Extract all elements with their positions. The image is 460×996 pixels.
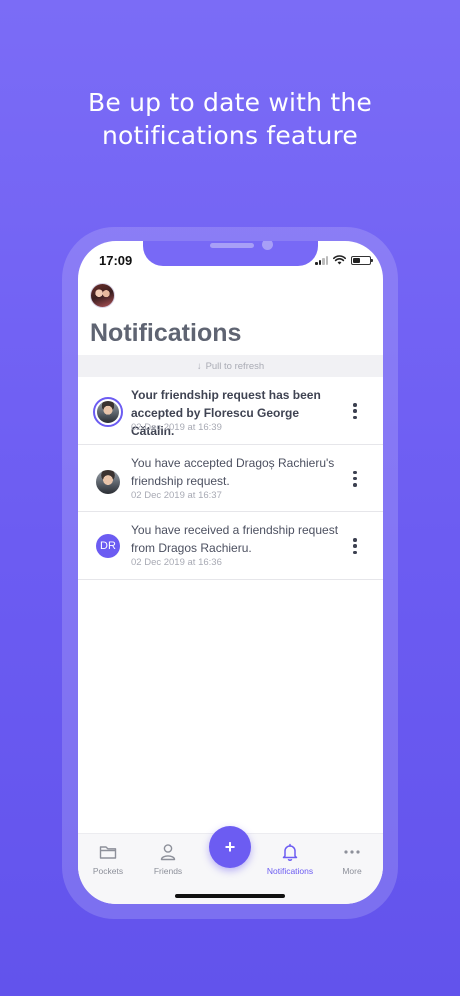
friend-avatar — [96, 469, 120, 494]
tab-label: Pockets — [92, 866, 124, 876]
promo-headline: Be up to date with the notifications fea… — [0, 86, 460, 152]
promo-headline-line-1: Be up to date with the — [88, 88, 372, 117]
phone-screen: 17:09 Notifications ↓ Pull to refresh Yo… — [78, 241, 383, 904]
page-title: Notifications — [90, 319, 242, 347]
pull-to-refresh: ↓ Pull to refresh — [78, 355, 383, 377]
more-dots-icon — [344, 850, 360, 854]
notification-time: 02 Dec 2019 at 16:39 — [131, 422, 222, 433]
more-options-icon[interactable] — [351, 403, 359, 419]
notification-item[interactable]: You have accepted Dragoș Rachieru's frie… — [78, 445, 383, 512]
notification-time: 02 Dec 2019 at 16:37 — [131, 489, 222, 501]
bell-icon — [282, 843, 298, 861]
phone-notch — [143, 241, 318, 266]
more-options-icon[interactable] — [351, 470, 359, 487]
wifi-icon — [333, 255, 346, 265]
tab-label: Friends — [153, 866, 183, 876]
add-button[interactable]: + — [209, 826, 251, 868]
status-time: 17:09 — [99, 253, 133, 268]
more-options-icon[interactable] — [351, 538, 359, 554]
tab-friends[interactable]: Friends — [138, 842, 198, 876]
person-icon — [160, 844, 176, 861]
home-indicator[interactable] — [175, 894, 285, 898]
battery-icon — [351, 255, 373, 265]
initials-avatar: DR — [96, 534, 120, 558]
speaker-grille — [210, 243, 254, 248]
pull-to-refresh-label: Pull to refresh — [205, 360, 265, 372]
status-icons — [315, 255, 373, 265]
notification-item[interactable]: Your friendship request has been accepte… — [78, 377, 383, 445]
folder-icon — [99, 846, 117, 859]
tab-notifications[interactable]: Notifications — [260, 842, 320, 876]
signal-icon — [315, 255, 328, 265]
friend-avatar — [93, 397, 123, 427]
notification-time: 02 Dec 2019 at 16:36 — [131, 557, 222, 568]
notification-text: You have received a friendship request f… — [131, 523, 339, 555]
notification-text: You have accepted Dragoș Rachieru's frie… — [131, 455, 335, 488]
promo-headline-line-2: notifications feature — [101, 121, 359, 150]
arrow-down-icon: ↓ — [196, 360, 202, 372]
notification-list: Your friendship request has been accepte… — [78, 377, 383, 580]
tab-pockets[interactable]: Pockets — [78, 842, 138, 876]
notification-item[interactable]: DR You have received a friendship reques… — [78, 512, 383, 580]
front-camera — [262, 241, 273, 250]
tab-label: Notifications — [266, 866, 314, 876]
tab-label: More — [342, 866, 362, 876]
tab-more[interactable]: More — [322, 842, 382, 876]
user-avatar[interactable] — [90, 283, 115, 308]
